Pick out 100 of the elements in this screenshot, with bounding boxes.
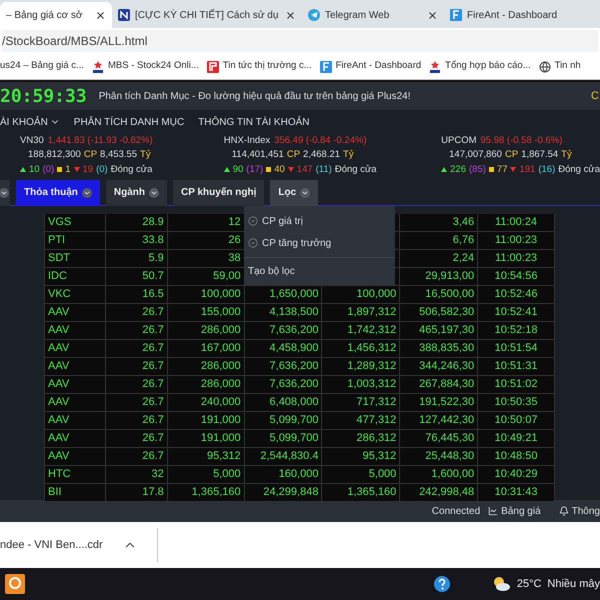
table-cell-text: AAV: [48, 305, 70, 320]
table-cell-text: AAV: [48, 395, 70, 410]
f-logo-icon: [450, 9, 462, 21]
filter-button[interactable]: Lọc: [270, 180, 318, 206]
table-cell-text: 16.5: [142, 287, 164, 302]
table-cell-text: 10:48:50: [494, 449, 538, 464]
table-cell-text: AAV: [48, 323, 70, 338]
square-icon: [57, 167, 62, 172]
decliners: 19: [82, 162, 94, 176]
filter-button[interactable]: [0, 180, 10, 206]
unit-label: CP: [504, 148, 518, 162]
bookmark[interactable]: Tin tức thị trường c...: [206, 59, 312, 74]
table-cell-text: 28.9: [142, 215, 164, 230]
table-cell-text: 10:52:46: [494, 287, 538, 302]
table-cell-text: 17.8: [142, 485, 164, 500]
table-cell-text: 26.7: [142, 395, 164, 410]
filter-option[interactable]: CP tăng trưởng: [244, 232, 395, 254]
table-cell-text: 191,522,30: [419, 395, 474, 410]
unchanged: 77: [496, 162, 508, 176]
browser-tab[interactable]: [CỰC KỲ CHI TIẾT] Cách sử dụ: [112, 2, 302, 28]
table-cell-text: 95,312: [206, 449, 241, 464]
unchanged: 40: [274, 162, 285, 176]
table-cell-text: 38: [228, 251, 241, 266]
bookmark[interactable]: us24 – Bảng giá c...: [0, 59, 84, 74]
star-logo-icon: [92, 60, 104, 72]
table-cell-text: 7,636,200: [270, 359, 318, 374]
table-cell-text: 12: [228, 215, 241, 230]
menu-item[interactable]: PHÂN TÍCH DANH MỤC: [74, 114, 184, 130]
table-cell-text: 2,544,830.4: [260, 449, 318, 464]
chevron-icon: [149, 188, 159, 198]
table-cell-text: AAV: [48, 377, 70, 392]
table-cell-text: 1,365,160: [192, 485, 241, 500]
up-triangle-icon: [20, 167, 26, 172]
table-cell-text: AAV: [48, 431, 70, 446]
table-cell-text: 155,000: [200, 305, 241, 320]
filter-button[interactable]: Thỏa thuận: [16, 180, 100, 206]
bookmark[interactable]: Tin nh: [538, 59, 581, 74]
temperature: 25°C: [516, 576, 542, 592]
close-icon[interactable]: [285, 10, 296, 20]
square-icon: [266, 167, 272, 172]
bookmark[interactable]: MBS - Stock24 Onli...: [92, 59, 199, 74]
news-ticker: Phân tích Danh Mục - Đo lường hiệu quả đầu tư trên bảng giá Plus24!: [98, 90, 412, 104]
unchanged: 1: [65, 162, 70, 176]
close-icon[interactable]: [427, 10, 438, 20]
ticker-text: C: [591, 88, 600, 104]
turnover: 2,468.21: [303, 148, 340, 162]
filter-button[interactable]: CP khuyến nghị: [173, 180, 264, 206]
index-value: 95.98 (-0.58 -0.6%): [480, 134, 562, 148]
decliners: 191: [519, 162, 536, 176]
table-cell-text: 1,897,312: [347, 305, 396, 320]
unit-label: Tỷ: [140, 148, 151, 162]
table-cell-text: 95,312: [362, 449, 396, 464]
table-cell-text: 32: [152, 467, 164, 482]
help-icon[interactable]: [432, 575, 451, 593]
bookmark[interactable]: FireAnt - Dashboard: [320, 59, 422, 74]
table-cell-text: 11:00:24: [495, 215, 538, 230]
up-triangle-icon: [441, 167, 448, 172]
create-filter-item[interactable]: Tạo bộ lọc: [244, 261, 395, 281]
price-board-link[interactable]: Bảng giá: [488, 504, 541, 518]
table-cell-text: 76,445,30: [425, 431, 474, 446]
menu-item[interactable]: THÔNG TIN TÀI KHOẢN: [198, 114, 310, 130]
notifications-link[interactable]: Thông: [558, 504, 600, 518]
table-cell-text: SDT: [48, 251, 70, 266]
close-icon[interactable]: [95, 10, 106, 20]
address-bar[interactable]: /StockBoard/MBS/ALL.html: [2, 30, 598, 52]
table-cell-text: 1,003,312: [347, 377, 396, 392]
table-cell-text: 1,456,312: [347, 341, 396, 356]
table-cell-text: 5.9: [148, 251, 164, 266]
ceiling-count: (85): [469, 162, 486, 176]
table-cell-text: 100,000: [356, 287, 396, 302]
table-cell-text: 10:40:29: [494, 467, 538, 482]
table-cell-text: 6,408,000: [270, 395, 318, 410]
table-cell-text: PTI: [48, 233, 66, 248]
table-cell-text: 11:00:23: [495, 233, 538, 248]
table-cell-text: 10:52:41: [494, 305, 538, 320]
table-cell-text: 7,636,200: [270, 323, 318, 338]
star-logo-icon: [429, 60, 442, 72]
table-cell-text: 5,099,700: [270, 413, 318, 428]
browser-tab[interactable]: – Bảng giá cơ sở: [0, 2, 112, 28]
flag-logo-icon: [206, 60, 219, 72]
square-icon: [488, 167, 494, 172]
down-triangle-icon: [288, 167, 294, 172]
menu-item[interactable]: ÀI KHOẢN: [0, 114, 60, 130]
filter-option[interactable]: CP giá trị: [244, 210, 395, 232]
table-cell-text: 50.7: [142, 269, 164, 284]
table-cell-text: 286,000: [200, 323, 241, 338]
browser-tab[interactable]: FireAnt - Dashboard: [444, 2, 600, 28]
volume: 114,401,451: [232, 148, 284, 162]
table-cell-text: 465,197,30: [419, 323, 474, 338]
bookmark[interactable]: Tổng hợp báo cáo...: [429, 59, 531, 74]
filter-button[interactable]: Ngành: [106, 180, 167, 206]
chevron-icon: [82, 188, 92, 198]
market-status: Đóng cửa: [558, 162, 600, 176]
browser-tab[interactable]: Telegram Web: [302, 2, 444, 28]
table-cell-text: BII: [48, 485, 62, 500]
table-cell-text: 1,289,312: [347, 359, 396, 374]
download-file[interactable]: ndee - VNI Ben....cdr: [0, 536, 103, 554]
table-cell-text: 1,365,160: [347, 485, 396, 500]
advancers: 90: [232, 162, 244, 176]
volume: 147,007,860: [449, 148, 502, 162]
